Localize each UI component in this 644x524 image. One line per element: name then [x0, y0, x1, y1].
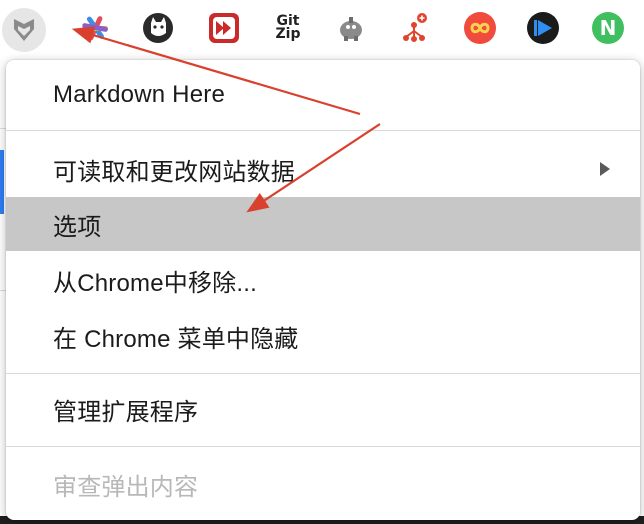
menu-item-label: 可读取和更改网站数据 [53, 158, 295, 186]
markdown-here-icon [14, 19, 34, 41]
menu-separator [6, 373, 640, 374]
extensions-toolbar: Git Zip N [0, 0, 644, 62]
slack-like-extension-button[interactable] [73, 6, 117, 50]
menu-item-label: Markdown Here [53, 81, 225, 108]
robot-elephant-extension-button[interactable] [329, 6, 373, 50]
svg-text:N: N [600, 16, 617, 40]
star-pinwheel-icon [82, 16, 108, 41]
menu-item-remove-from-chrome[interactable]: 从Chrome中移除... [6, 253, 640, 307]
network-tree-icon [403, 13, 427, 42]
menu-item-site-access[interactable]: 可读取和更改网站数据 [6, 142, 640, 196]
menu-separator [6, 130, 640, 131]
infinity-extension-button[interactable] [458, 6, 502, 50]
play-circle-icon [527, 12, 559, 44]
extension-context-menu: Markdown Here 可读取和更改网站数据 选项 从Chrome中移除..… [6, 60, 640, 520]
menu-item-label: 从Chrome中移除... [53, 269, 257, 297]
n-extension-button[interactable]: N [586, 6, 630, 50]
menu-item-manage-extensions[interactable]: 管理扩展程序 [6, 382, 640, 436]
robot-elephant-icon [340, 17, 362, 41]
menu-item-options[interactable]: 选项 [6, 197, 640, 251]
git-zip-extension-button[interactable]: Git Zip [266, 6, 310, 50]
cat-extension-button[interactable] [136, 6, 180, 50]
fast-forward-icon [209, 13, 239, 43]
infinity-icon [464, 12, 496, 44]
menu-item-extension-name[interactable]: Markdown Here [6, 68, 640, 122]
background-page-accent [0, 150, 4, 214]
menu-item-label: 管理扩展程序 [53, 398, 199, 426]
menu-item-label: 审查弹出内容 [53, 473, 199, 501]
network-tree-extension-button[interactable] [393, 6, 437, 50]
menu-item-hide-in-menu[interactable]: 在 Chrome 菜单中隐藏 [6, 309, 640, 363]
cat-head-icon [143, 13, 173, 43]
menu-item-label: 在 Chrome 菜单中隐藏 [53, 325, 299, 353]
menu-item-label: 选项 [53, 213, 102, 241]
menu-item-inspect-popup: 审查弹出内容 [6, 457, 640, 511]
fast-forward-extension-button[interactable] [202, 6, 246, 50]
git-zip-icon: Git Zip [275, 13, 301, 42]
video-player-extension-button[interactable] [521, 6, 565, 50]
menu-separator [6, 446, 640, 447]
submenu-arrow-icon [600, 162, 610, 176]
markdown-here-extension-button[interactable] [2, 8, 46, 52]
n-logo-icon: N [592, 12, 624, 44]
